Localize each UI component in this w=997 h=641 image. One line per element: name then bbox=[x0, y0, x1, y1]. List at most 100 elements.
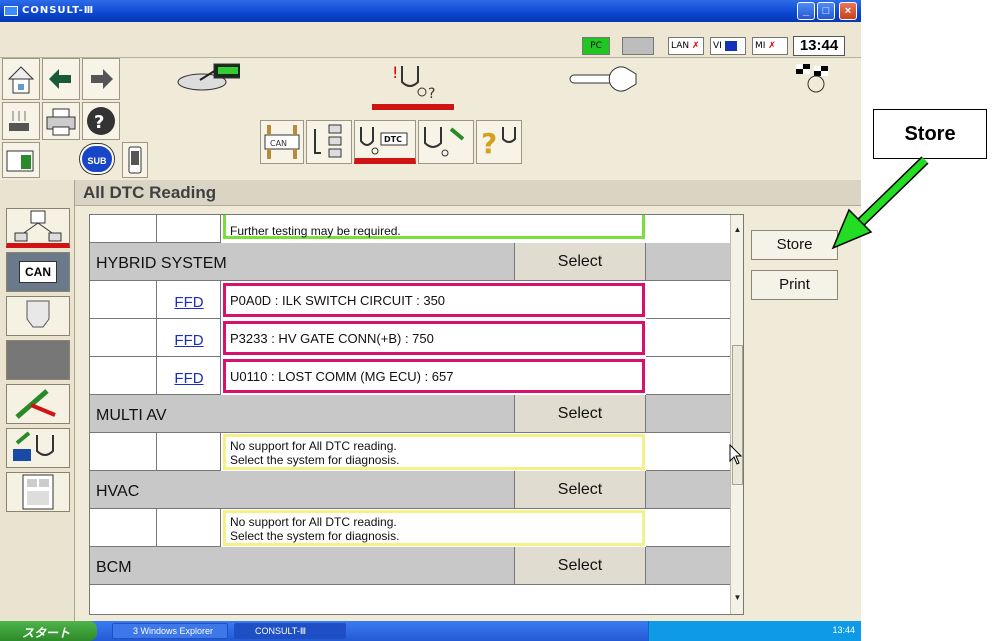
diagnosis-button[interactable]: !? bbox=[372, 58, 454, 110]
all-dtc-tab[interactable]: DTC bbox=[354, 120, 416, 164]
home-button[interactable] bbox=[2, 58, 40, 100]
dtc-list-panel: Further testing may be required. HYBRID … bbox=[89, 214, 744, 615]
taskbar: スタート 3 Windows Explorer CONSULT-Ⅲ 13:44 bbox=[0, 621, 861, 641]
forward-button[interactable] bbox=[82, 58, 120, 100]
stethoscope-monitor-icon bbox=[424, 127, 465, 157]
dtc-code-3: U0110 : LOST COMM (MG ECU) : 657 bbox=[223, 359, 645, 393]
minimize-button[interactable]: _ bbox=[797, 2, 815, 20]
vehicle-connect-button[interactable] bbox=[122, 58, 240, 100]
svg-text:!: ! bbox=[392, 63, 398, 82]
dtc-row-2: FFD P3233 : HV GATE CONN(+B) : 750 bbox=[90, 319, 730, 357]
troubleshoot-button[interactable]: ? bbox=[476, 120, 522, 164]
completion-button[interactable] bbox=[770, 58, 850, 100]
dtc-row-3: FFD U0110 : LOST COMM (MG ECU) : 657 bbox=[90, 357, 730, 395]
svg-text:?: ? bbox=[94, 112, 104, 133]
no-support-message: No support for All DTC reading. Select t… bbox=[223, 510, 645, 546]
lan-indicator: LAN ✗ bbox=[668, 37, 704, 55]
store-callout: Store bbox=[873, 109, 987, 159]
nav-flag-button[interactable] bbox=[6, 384, 70, 424]
ffd-link-1[interactable]: FFD bbox=[157, 294, 221, 311]
select-button-bcm[interactable]: Select bbox=[514, 547, 646, 585]
window-icon bbox=[6, 150, 34, 172]
battery-indicator bbox=[622, 37, 654, 55]
taskbar-explorer[interactable]: 3 Windows Explorer bbox=[112, 623, 228, 639]
can-diag-button[interactable]: CAN bbox=[260, 120, 304, 164]
scroll-up-arrow-icon[interactable]: ▲ bbox=[731, 223, 743, 237]
wrench-icon bbox=[569, 66, 637, 92]
tray-clock: 13:44 bbox=[832, 625, 855, 635]
vehicle-ecu-icon bbox=[177, 63, 240, 91]
title-bar: CONSULT-Ⅲ _ □ × bbox=[0, 0, 861, 22]
row-cell bbox=[90, 319, 157, 357]
row-cell bbox=[157, 215, 221, 243]
svg-text:?: ? bbox=[481, 127, 497, 160]
row-cell bbox=[646, 509, 730, 547]
nav-dtc-monitor-button[interactable] bbox=[6, 428, 70, 468]
vi-device-button[interactable] bbox=[122, 142, 148, 178]
arrow-left-icon bbox=[49, 69, 71, 89]
system-name: HVAC bbox=[96, 483, 140, 500]
coffee-cup-icon bbox=[9, 111, 29, 131]
ecu-list-button[interactable] bbox=[306, 120, 352, 164]
message-line-1: No support for All DTC reading. bbox=[230, 515, 397, 529]
nav-connector-button[interactable] bbox=[6, 296, 70, 336]
checkered-flag-icon bbox=[796, 64, 828, 93]
pc-indicator: PC bbox=[582, 37, 610, 55]
help-icon: ? bbox=[87, 107, 115, 135]
connector-icon bbox=[26, 300, 50, 328]
taskbar-consult[interactable]: CONSULT-Ⅲ bbox=[234, 623, 346, 639]
screen-capture-button[interactable] bbox=[2, 142, 40, 178]
row-cell bbox=[157, 509, 221, 547]
clock: 13:44 bbox=[793, 36, 845, 56]
nav-dtc-button[interactable] bbox=[6, 208, 70, 248]
system-row-hybrid: HYBRID SYSTEM Select bbox=[90, 243, 730, 281]
select-button-hvac[interactable]: Select bbox=[514, 471, 646, 509]
stethoscope-dtc-icon: DTC bbox=[360, 127, 408, 155]
nav-report-button[interactable] bbox=[6, 472, 70, 512]
app-icon bbox=[4, 6, 18, 16]
nav-blank-button[interactable] bbox=[6, 340, 70, 380]
sub-mode-button[interactable]: SUB bbox=[80, 144, 114, 174]
close-button[interactable]: × bbox=[839, 2, 857, 20]
maximize-button[interactable]: □ bbox=[817, 2, 835, 20]
vi-indicator: VI bbox=[710, 37, 746, 55]
back-button[interactable] bbox=[42, 58, 80, 100]
lan-label: LAN bbox=[671, 41, 690, 51]
toolbar: !? ? SUB CAN DTC ? bbox=[0, 58, 861, 180]
ffd-link-3[interactable]: FFD bbox=[157, 370, 221, 387]
select-button-multi-av[interactable]: Select bbox=[514, 395, 646, 433]
start-button[interactable]: スタート bbox=[0, 621, 97, 641]
home-icon bbox=[7, 66, 35, 94]
nav-can-button[interactable]: CAN bbox=[6, 252, 70, 292]
ecu-tree-icon bbox=[314, 124, 342, 158]
select-button-hybrid[interactable]: Select bbox=[514, 243, 646, 281]
dtc-network-icon bbox=[14, 210, 62, 242]
print-button[interactable]: Print bbox=[751, 270, 838, 300]
mi-disconnected-icon: ✗ bbox=[768, 41, 776, 51]
print-screen-button[interactable] bbox=[42, 102, 80, 140]
data-monitor-button[interactable] bbox=[418, 120, 474, 164]
system-name: BCM bbox=[96, 559, 132, 576]
coffee-button[interactable] bbox=[2, 102, 40, 140]
help-button[interactable]: ? bbox=[82, 102, 120, 140]
dtc-code-1: P0A0D : ILK SWITCH CIRCUIT : 350 bbox=[223, 283, 645, 317]
list-scrollbar[interactable]: ▲ ▼ bbox=[730, 215, 743, 614]
system-row-multi-av: MULTI AV Select bbox=[90, 395, 730, 433]
dtc-row-1: FFD P0A0D : ILK SWITCH CIRCUIT : 350 bbox=[90, 281, 730, 319]
row-cell bbox=[90, 357, 157, 395]
row-divider bbox=[90, 584, 730, 585]
scroll-down-arrow-icon[interactable]: ▼ bbox=[731, 591, 743, 605]
ffd-link-2[interactable]: FFD bbox=[157, 332, 221, 349]
message-row-multi-av: No support for All DTC reading. Select t… bbox=[90, 433, 730, 471]
message-line-1: No support for All DTC reading. bbox=[230, 439, 397, 453]
no-support-message: No support for All DTC reading. Select t… bbox=[223, 434, 645, 470]
system-row-bcm: BCM Select bbox=[90, 547, 730, 585]
can-diag-icon: CAN bbox=[264, 125, 300, 159]
partial-row: Further testing may be required. bbox=[90, 215, 730, 243]
stethoscope-question-icon: !? bbox=[372, 63, 454, 110]
mi-indicator: MI ✗ bbox=[752, 37, 788, 55]
window-title: CONSULT-Ⅲ bbox=[22, 5, 95, 16]
vi-bar-icon bbox=[724, 40, 737, 51]
system-row-hvac: HVAC Select bbox=[90, 471, 730, 509]
work-support-button[interactable] bbox=[562, 58, 656, 100]
